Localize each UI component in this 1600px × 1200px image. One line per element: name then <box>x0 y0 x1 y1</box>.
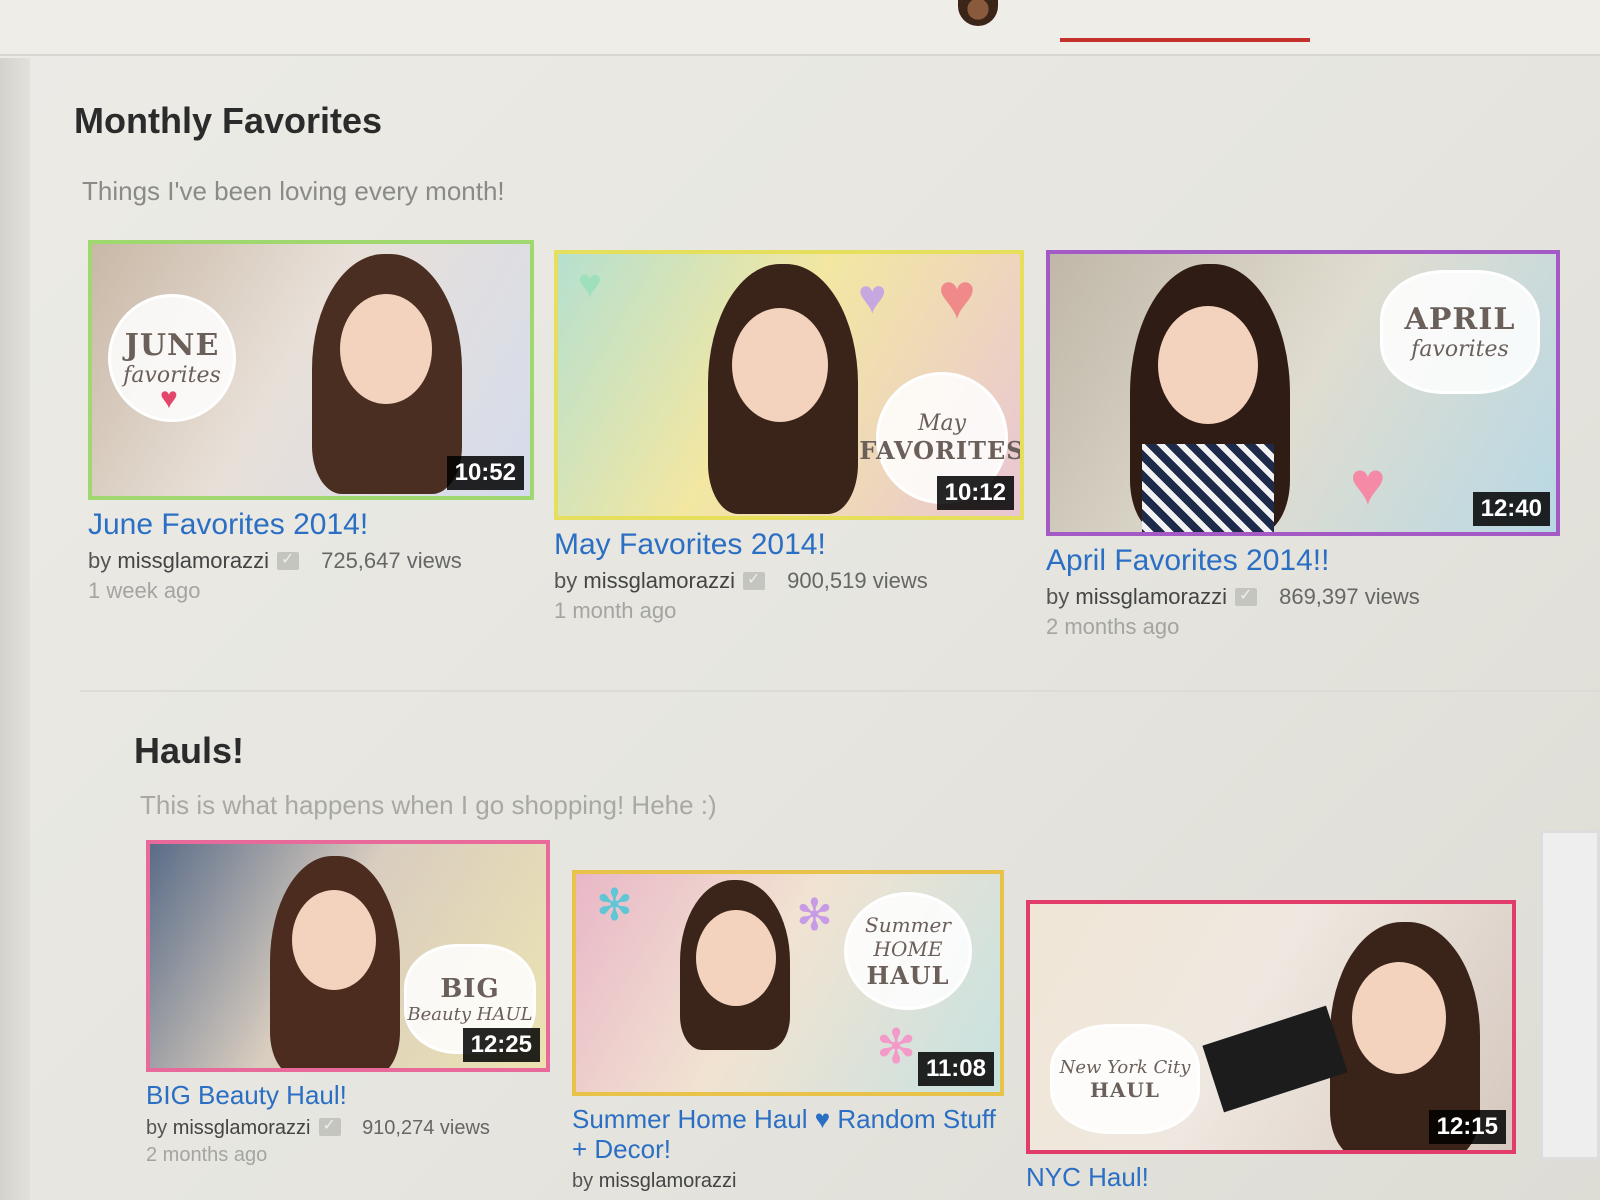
by-prefix: by <box>572 1170 594 1192</box>
flower-icon: ✻ <box>876 1021 917 1074</box>
verified-icon <box>318 1115 341 1136</box>
shelf-title[interactable]: Hauls! <box>134 730 244 772</box>
video-meta: by missglamorazzi 869,397 views <box>1046 584 1560 610</box>
video-thumbnail[interactable]: ♥ ♥ ♥ May FAVORITES 10:12 <box>554 250 1024 520</box>
shelf-description: Things I've been loving every month! <box>82 176 505 206</box>
video-title-link[interactable]: Summer Home Haul ♥ Random Stuff + Decor! <box>572 1104 1004 1164</box>
upload-age: 1 month ago <box>554 598 677 623</box>
video-meta: by missglamorazzi 900,519 views <box>554 568 1024 594</box>
video-thumbnail[interactable]: JUNE favorites ♥ 10:52 <box>88 240 534 500</box>
channel-top-bar <box>0 0 1600 56</box>
heart-icon: ♥ <box>578 262 602 306</box>
video-card[interactable]: JUNE favorites ♥ 10:52 June Favorites 20… <box>88 240 534 604</box>
verified-icon <box>1234 585 1257 606</box>
view-count: 869,397 views <box>1279 584 1420 609</box>
heart-icon: ♥ <box>858 271 887 324</box>
video-card[interactable]: New York City HAUL 12:15 NYC Haul! by mi… <box>1026 900 1516 1200</box>
shelf-divider <box>80 690 1600 692</box>
by-prefix: by <box>554 568 578 593</box>
video-card[interactable]: BIG Beauty HAUL 12:25 BIG Beauty Haul! b… <box>146 840 550 1167</box>
video-thumbnail[interactable]: BIG Beauty HAUL 12:25 <box>146 840 550 1072</box>
flower-icon: ✻ <box>796 891 833 940</box>
heart-icon: ♥ <box>1350 450 1386 517</box>
video-thumbnail[interactable]: New York City HAUL 12:15 <box>1026 900 1516 1154</box>
video-duration: 12:15 <box>1428 1110 1506 1144</box>
verified-icon <box>742 569 765 590</box>
heart-icon: ♥ <box>938 260 976 332</box>
thumbnail-badge: APRIL favorites <box>1380 270 1540 394</box>
video-card[interactable]: ✻ ✻ ✻ Summer HOME HAUL 11:08 Summer Home… <box>572 870 1004 1193</box>
video-duration: 12:40 <box>1472 492 1550 526</box>
video-duration: 11:08 <box>917 1052 994 1086</box>
thumbnail-badge: New York City HAUL <box>1050 1024 1200 1134</box>
next-video-peek[interactable] <box>1540 830 1600 1160</box>
upload-age: 2 months ago <box>146 1144 268 1166</box>
video-card[interactable]: ♥ ♥ ♥ May FAVORITES 10:12 May Favorites … <box>554 250 1024 624</box>
video-card[interactable]: APRIL favorites ♥ 12:40 April Favorites … <box>1046 250 1560 640</box>
upload-age: 1 week ago <box>88 578 201 603</box>
video-meta: by missglamorazzi 725,647 views <box>88 548 534 574</box>
shelf-description: This is what happens when I go shopping!… <box>140 790 717 820</box>
video-meta: by missglamorazzi 910,274 views <box>146 1115 550 1140</box>
channel-owner-link[interactable]: missglamorazzi <box>599 1170 737 1192</box>
flower-icon: ✻ <box>596 881 633 930</box>
channel-content: Monthly Favorites Things I've been lovin… <box>40 80 1600 1200</box>
video-title-link[interactable]: BIG Beauty Haul! <box>146 1080 550 1111</box>
video-thumbnail[interactable]: ✻ ✻ ✻ Summer HOME HAUL 11:08 <box>572 870 1004 1096</box>
upload-age: 2 months ago <box>1046 614 1180 639</box>
video-title-link[interactable]: May Favorites 2014! <box>554 528 1024 562</box>
channel-owner-link[interactable]: missglamorazzi <box>1075 584 1227 609</box>
video-duration: 10:12 <box>936 476 1014 510</box>
left-rail <box>0 58 30 1200</box>
video-title-link[interactable]: June Favorites 2014! <box>88 508 534 542</box>
channel-avatar[interactable] <box>958 0 998 26</box>
channel-owner-link[interactable]: missglamorazzi <box>583 568 735 593</box>
verified-icon <box>276 549 299 570</box>
by-prefix: by <box>88 548 112 573</box>
view-count: 900,519 views <box>787 568 928 593</box>
video-title-link[interactable]: NYC Haul! <box>1026 1162 1516 1193</box>
video-duration: 10:52 <box>446 456 524 490</box>
thumbnail-badge: Summer HOME HAUL <box>844 892 972 1010</box>
by-prefix: by <box>146 1117 168 1139</box>
view-count: 725,647 views <box>321 548 462 573</box>
video-thumbnail[interactable]: APRIL favorites ♥ 12:40 <box>1046 250 1560 536</box>
video-title-link[interactable]: April Favorites 2014!! <box>1046 544 1560 578</box>
video-meta: by missglamorazzi <box>572 1170 1004 1193</box>
shelf-title[interactable]: Monthly Favorites <box>74 100 382 142</box>
active-tab-indicator <box>1060 38 1310 42</box>
channel-owner-link[interactable]: missglamorazzi <box>173 1117 311 1139</box>
channel-owner-link[interactable]: missglamorazzi <box>117 548 269 573</box>
by-prefix: by <box>1046 584 1070 609</box>
view-count: 910,274 views <box>362 1117 490 1139</box>
screen: Monthly Favorites Things I've been lovin… <box>0 0 1600 1200</box>
heart-icon: ♥ <box>160 382 178 415</box>
video-duration: 12:25 <box>462 1028 540 1062</box>
